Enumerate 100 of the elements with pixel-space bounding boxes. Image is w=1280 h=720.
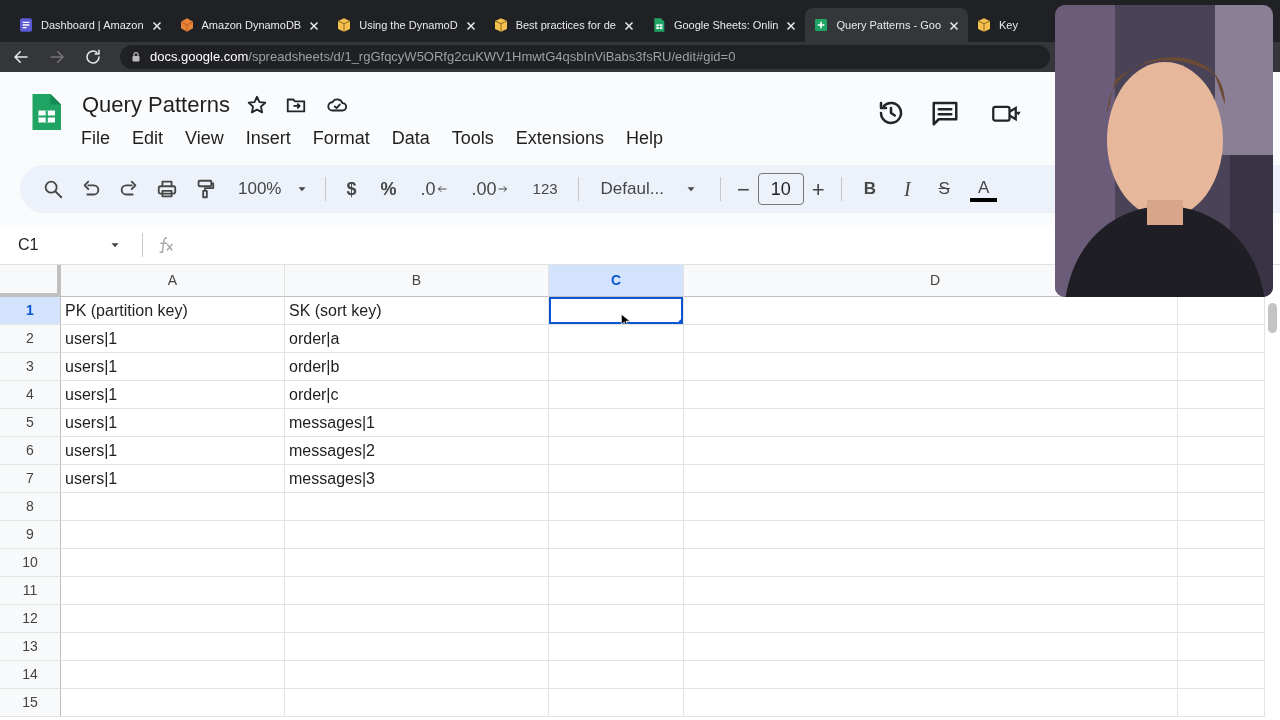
empty-cell[interactable]: [1178, 661, 1265, 689]
menu-item[interactable]: Data: [380, 123, 441, 154]
zoom-dropdown[interactable]: 100%: [230, 172, 318, 206]
empty-cell[interactable]: [285, 549, 549, 577]
font-dropdown[interactable]: Defaul...: [592, 172, 706, 206]
row-header[interactable]: 5: [0, 409, 61, 437]
empty-cell[interactable]: [285, 521, 549, 549]
font-size-field[interactable]: 10: [757, 173, 804, 205]
row-header[interactable]: 2: [0, 325, 61, 353]
empty-cell[interactable]: [684, 549, 1178, 577]
menu-item[interactable]: Tools: [440, 123, 505, 154]
menu-item[interactable]: Extensions: [504, 123, 615, 154]
empty-cell[interactable]: [1178, 549, 1265, 577]
empty-cell[interactable]: [549, 381, 684, 409]
row-header[interactable]: 8: [0, 493, 61, 521]
empty-cell[interactable]: [684, 521, 1178, 549]
browser-tab[interactable]: Amazon DynamoDB: [170, 8, 329, 42]
empty-cell[interactable]: [1178, 605, 1265, 633]
empty-cell[interactable]: [1178, 577, 1265, 605]
empty-cell[interactable]: [549, 409, 684, 437]
empty-cell[interactable]: [684, 325, 1178, 353]
empty-cell[interactable]: [684, 689, 1178, 717]
number-format-button[interactable]: %: [372, 171, 405, 207]
empty-cell[interactable]: [549, 605, 684, 633]
menu-item[interactable]: Format: [301, 123, 381, 154]
scrollbar[interactable]: [1268, 303, 1277, 333]
address-bar[interactable]: docs.google.com/spreadsheets/d/1_rgGfqcyW5ORfg2cuKWV1HmwtG4qsbInViBabs3fsRU/edit#gid=0: [120, 45, 1050, 69]
text-color-button[interactable]: A: [969, 176, 998, 202]
number-format-button[interactable]: 123: [524, 173, 566, 205]
empty-cell[interactable]: [684, 493, 1178, 521]
empty-cell[interactable]: [285, 661, 549, 689]
name-box[interactable]: C1: [0, 232, 130, 257]
star-icon[interactable]: [245, 93, 268, 116]
empty-cell[interactable]: [1178, 353, 1265, 381]
empty-cell[interactable]: [1178, 689, 1265, 717]
strikethrough-button[interactable]: S: [930, 172, 958, 206]
empty-cell[interactable]: [285, 689, 549, 717]
column-header[interactable]: C: [549, 265, 684, 297]
reload-icon[interactable]: [84, 48, 102, 66]
browser-tab[interactable]: Key: [968, 8, 1026, 42]
number-format-button[interactable]: .00: [463, 171, 517, 207]
empty-cell[interactable]: [285, 633, 549, 661]
empty-cell[interactable]: [684, 381, 1178, 409]
empty-cell[interactable]: [549, 689, 684, 717]
column-header[interactable]: D: [684, 265, 1055, 297]
empty-cell[interactable]: [684, 437, 1178, 465]
row-header[interactable]: 15: [0, 689, 61, 717]
empty-cell[interactable]: [549, 521, 684, 549]
forward-icon[interactable]: [48, 48, 66, 66]
empty-cell[interactable]: [549, 353, 684, 381]
number-format-button[interactable]: $: [338, 171, 365, 207]
italic-button[interactable]: I: [895, 170, 919, 208]
menu-item[interactable]: Insert: [234, 123, 302, 154]
row-header[interactable]: 14: [0, 661, 61, 689]
menu-item[interactable]: File: [70, 123, 121, 154]
empty-cell[interactable]: [684, 409, 1178, 437]
increase-size-button[interactable]: +: [803, 168, 833, 210]
menu-item[interactable]: Help: [614, 123, 674, 154]
empty-cell[interactable]: [549, 493, 684, 521]
document-title[interactable]: Query Patterns: [82, 88, 230, 121]
empty-cell[interactable]: [1178, 521, 1265, 549]
empty-cell[interactable]: [1178, 493, 1265, 521]
row-header[interactable]: 3: [0, 353, 61, 381]
empty-cell[interactable]: [549, 465, 684, 493]
empty-cell[interactable]: [684, 605, 1178, 633]
column-header[interactable]: A: [61, 265, 285, 297]
empty-cell[interactable]: [684, 353, 1178, 381]
empty-cell[interactable]: [549, 633, 684, 661]
row-header[interactable]: 10: [0, 549, 61, 577]
selected-cell[interactable]: [549, 297, 684, 325]
menu-item[interactable]: View: [174, 123, 235, 154]
empty-cell[interactable]: [549, 577, 684, 605]
row-header[interactable]: 4: [0, 381, 61, 409]
empty-cell[interactable]: [285, 493, 549, 521]
empty-cell[interactable]: [285, 577, 549, 605]
empty-cell[interactable]: [549, 661, 684, 689]
browser-tab[interactable]: Using the DynamoD: [328, 8, 485, 42]
row-header[interactable]: 1: [0, 297, 61, 325]
empty-cell[interactable]: [285, 605, 549, 633]
row-header[interactable]: 12: [0, 605, 61, 633]
back-icon[interactable]: [12, 48, 30, 66]
empty-cell[interactable]: [549, 325, 684, 353]
row-header[interactable]: 6: [0, 437, 61, 465]
empty-cell[interactable]: [1178, 381, 1265, 409]
row-header[interactable]: 9: [0, 521, 61, 549]
row-header[interactable]: 7: [0, 465, 61, 493]
browser-tab[interactable]: Dashboard | Amazon: [10, 8, 171, 42]
empty-cell[interactable]: [684, 465, 1178, 493]
empty-cell[interactable]: [1178, 633, 1265, 661]
empty-cell[interactable]: [684, 661, 1178, 689]
select-all-corner[interactable]: [0, 265, 61, 297]
browser-tab[interactable]: Query Patterns - Goo: [805, 8, 969, 42]
empty-cell[interactable]: [1178, 437, 1265, 465]
decrease-size-button[interactable]: −: [728, 168, 758, 210]
empty-cell[interactable]: [549, 549, 684, 577]
empty-cell[interactable]: [1178, 409, 1265, 437]
empty-cell[interactable]: [549, 437, 684, 465]
browser-tab[interactable]: Best practices for de: [484, 8, 643, 42]
browser-tab[interactable]: Google Sheets: Onlin: [642, 8, 806, 42]
bold-button[interactable]: B: [855, 172, 884, 206]
